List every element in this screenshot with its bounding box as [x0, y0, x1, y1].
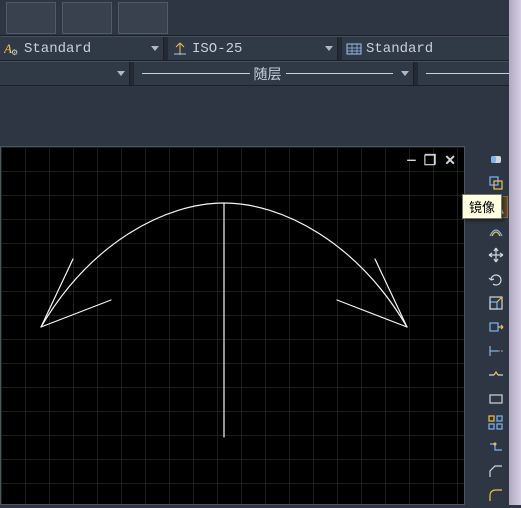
linetype-label: 随层 — [254, 64, 282, 84]
svg-text:⚙: ⚙ — [11, 49, 18, 57]
thumb[interactable] — [62, 2, 112, 34]
text-style-dropdown[interactable]: A⚙ Standard — [0, 37, 164, 60]
break-tool[interactable] — [484, 364, 508, 386]
table-style-dropdown[interactable]: Standard — [342, 37, 521, 60]
offset-tool[interactable] — [484, 220, 508, 242]
chevron-down-icon — [401, 71, 409, 76]
array-icon — [487, 414, 505, 432]
lineweight-dropdown[interactable] — [418, 62, 521, 85]
copy-tool[interactable] — [484, 172, 508, 194]
move-icon — [487, 246, 505, 264]
dim-style-label: ISO-25 — [192, 41, 242, 57]
stretch-tool[interactable] — [484, 316, 508, 338]
trim-icon — [487, 342, 505, 360]
join-icon — [487, 438, 505, 456]
layer-state-dropdown[interactable] — [0, 62, 130, 85]
ribbon-thumbs — [0, 0, 521, 36]
rotate-icon — [487, 270, 505, 288]
break-icon — [487, 366, 505, 384]
join-tool[interactable] — [484, 436, 508, 458]
dim-style-icon — [172, 41, 188, 57]
chamfer-icon — [487, 462, 505, 480]
stretch-icon — [487, 318, 505, 336]
chevron-down-icon — [117, 71, 125, 76]
linetype-dropdown[interactable]: 随层 — [134, 62, 414, 85]
toolbar-gap — [0, 86, 521, 146]
tooltip-text: 镜像 — [469, 201, 495, 216]
scale-tool[interactable] — [484, 292, 508, 314]
trim-tool[interactable] — [484, 340, 508, 362]
lineweight-preview — [426, 73, 512, 74]
array-tool[interactable] — [484, 412, 508, 434]
tooltip: 镜像 — [462, 194, 502, 219]
thumb[interactable] — [118, 2, 168, 34]
chamfer-tool[interactable] — [484, 460, 508, 482]
table-style-icon — [346, 41, 362, 57]
drawing-canvas[interactable]: — ❐ ✕ — [0, 146, 465, 505]
dim-style-dropdown[interactable]: ISO-25 — [168, 37, 338, 60]
copy-icon — [487, 174, 505, 192]
rectangle-icon — [487, 390, 505, 408]
chevron-down-icon — [151, 46, 159, 51]
fillet-tool[interactable] — [484, 484, 508, 506]
thumb[interactable] — [6, 2, 56, 34]
text-style-label: Standard — [24, 41, 91, 57]
offset-icon — [487, 222, 505, 240]
rotate-tool[interactable] — [484, 268, 508, 290]
window-edge — [509, 0, 521, 505]
linetype-preview: 随层 — [138, 64, 397, 84]
eraser-tool[interactable] — [484, 148, 508, 170]
props-toolbar: 随层 — [0, 61, 521, 86]
chevron-down-icon — [325, 46, 333, 51]
fillet-icon — [487, 486, 505, 504]
scale-icon — [487, 294, 505, 312]
text-style-icon: A⚙ — [4, 41, 20, 57]
table-style-label: Standard — [366, 41, 433, 57]
move-tool[interactable] — [484, 244, 508, 266]
style-toolbar: A⚙ Standard ISO-25 Standard — [0, 36, 521, 61]
eraser-icon — [487, 150, 505, 168]
rectangle-tool[interactable] — [484, 388, 508, 410]
drawing-content — [1, 147, 466, 506]
